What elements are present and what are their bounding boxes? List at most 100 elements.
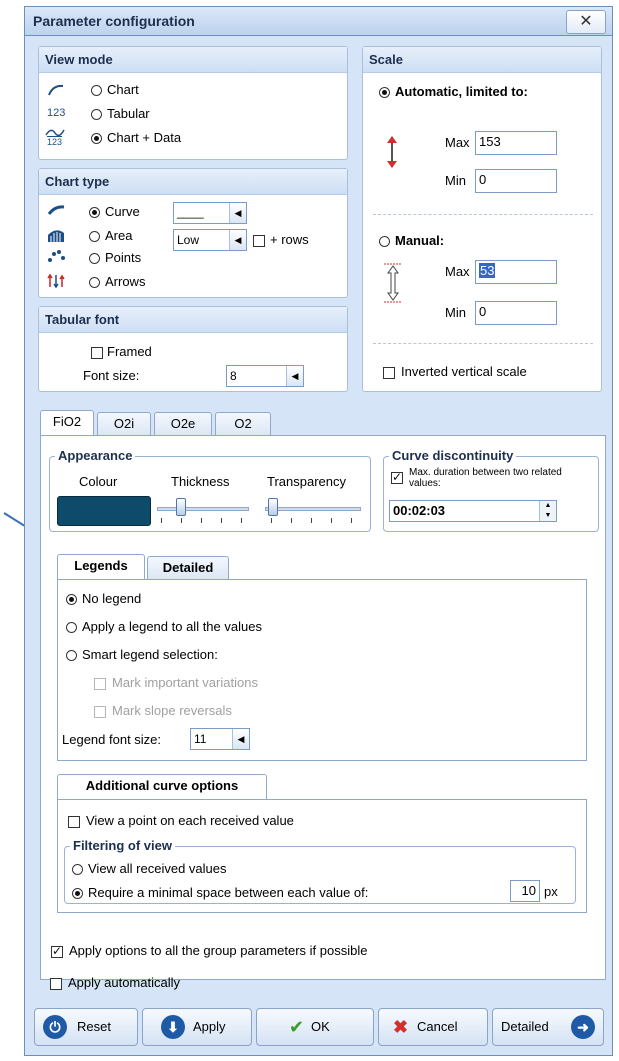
close-button[interactable]: ✕ xyxy=(566,10,606,34)
view-all-values-radio[interactable] xyxy=(72,864,83,875)
tabular-font-size-select[interactable]: 8 ◀ xyxy=(226,365,304,387)
chart-type-points-label: Points xyxy=(105,250,142,265)
transparency-label: Transparency xyxy=(267,474,346,489)
apply-button[interactable]: ⬇ Apply xyxy=(142,1008,252,1046)
framed-label: Framed xyxy=(107,344,152,359)
plus-rows-label: + rows xyxy=(270,232,309,247)
area-level-value: Low xyxy=(177,233,200,247)
view-point-label: View a point on each received value xyxy=(86,813,294,828)
area-level-select[interactable]: Low ◀ xyxy=(173,229,247,251)
area-icon xyxy=(48,230,64,242)
arrow-right-icon: ➜ xyxy=(571,1015,595,1039)
check-icon: ✔ xyxy=(289,1017,305,1037)
slider-tick xyxy=(161,518,162,523)
scale-header: Scale xyxy=(363,47,601,73)
chevron-down-icon[interactable]: ◀ xyxy=(229,230,246,250)
max-duration-checkbox[interactable] xyxy=(391,470,403,484)
tab-o2[interactable]: O2 xyxy=(215,412,271,436)
chart-type-area-label: Area xyxy=(105,228,133,243)
mark-slope-label: Mark slope reversals xyxy=(112,703,232,718)
tab-fio2[interactable]: FiO2 xyxy=(40,410,94,436)
font-size-label: Font size: xyxy=(83,368,140,383)
auto-min-input[interactable]: 0 xyxy=(475,169,557,193)
chart-type-points-radio[interactable] xyxy=(89,253,100,264)
detailed-button[interactable]: Detailed ➜ xyxy=(492,1008,604,1046)
duration-spinner[interactable]: 00:02:03 ▲ ▼ xyxy=(389,500,557,522)
smart-legend-radio[interactable] xyxy=(66,650,77,661)
chevron-down-icon[interactable]: ◀ xyxy=(286,366,303,386)
tab-o2i[interactable]: O2i xyxy=(97,412,151,436)
view-mode-chart-data-radio[interactable] xyxy=(91,133,102,144)
chevron-down-icon[interactable]: ◀ xyxy=(232,729,249,749)
scale-manual-label: Manual: xyxy=(395,233,445,248)
min-space-input[interactable]: 10 xyxy=(510,880,540,902)
tabular-font-panel: Tabular font Framed Font size: 8 ◀ xyxy=(38,306,348,392)
view-point-checkbox[interactable] xyxy=(68,816,80,828)
slider-tick xyxy=(241,518,242,523)
slider-tick xyxy=(221,518,222,523)
manual-min-label: Min xyxy=(445,305,466,320)
scale-manual-radio[interactable] xyxy=(379,236,390,247)
ok-button[interactable]: ✔ OK xyxy=(256,1008,374,1046)
filtering-title: Filtering of view xyxy=(70,838,175,853)
apply-group-checkbox[interactable] xyxy=(51,944,63,958)
title-bar[interactable]: Parameter configuration ✕ xyxy=(24,6,613,36)
chart-type-header: Chart type xyxy=(39,169,347,195)
scale-automatic-radio[interactable] xyxy=(379,87,390,98)
view-mode-tabular-radio[interactable] xyxy=(91,109,102,120)
button-bar: ⏻ Reset ⬇ Apply ✔ OK ✖ Cancel Detailed ➜ xyxy=(30,1008,610,1048)
mark-variations-checkbox[interactable] xyxy=(94,678,106,690)
auto-max-input[interactable]: 153 xyxy=(475,131,557,155)
tab-o2e[interactable]: O2e xyxy=(154,412,212,436)
apply-label: Apply xyxy=(193,1019,226,1034)
view-all-values-label: View all received values xyxy=(88,861,227,876)
view-mode-chart-radio[interactable] xyxy=(91,85,102,96)
view-mode-chart-data-label: Chart + Data xyxy=(107,130,182,145)
transparency-slider-track[interactable] xyxy=(265,507,361,511)
auto-min-label: Min xyxy=(445,173,466,188)
manual-max-input[interactable]: 53 xyxy=(475,260,557,284)
auto-range-icon xyxy=(387,136,397,168)
thickness-slider-thumb[interactable] xyxy=(176,498,186,516)
apply-group-label: Apply options to all the group parameter… xyxy=(69,943,368,958)
view-mode-chart-label: Chart xyxy=(107,82,139,97)
window-title: Parameter configuration xyxy=(33,13,195,29)
tab-detailed[interactable]: Detailed xyxy=(147,556,229,580)
tabular-font-size-value: 8 xyxy=(230,369,237,383)
inverted-scale-checkbox[interactable] xyxy=(383,367,395,379)
min-space-radio[interactable] xyxy=(72,888,83,899)
chart-type-arrows-radio[interactable] xyxy=(89,277,100,288)
reset-button[interactable]: ⏻ Reset xyxy=(34,1008,138,1046)
apply-auto-label: Apply automatically xyxy=(68,975,180,990)
view-mode-tabular-label: Tabular xyxy=(107,106,150,121)
chart-type-panel: Chart type Curve Area Points Arrows ____… xyxy=(38,168,348,298)
legend-font-size-value: 11 xyxy=(194,732,207,746)
colour-swatch[interactable] xyxy=(57,496,151,526)
thickness-slider-track[interactable] xyxy=(157,507,249,511)
legend-font-size-select[interactable]: 11 ◀ xyxy=(190,728,250,750)
apply-legend-all-radio[interactable] xyxy=(66,622,77,633)
legends-panel: No legend Apply a legend to all the valu… xyxy=(57,579,587,761)
min-space-unit: px xyxy=(544,884,558,899)
apply-auto-checkbox[interactable] xyxy=(50,978,62,990)
spinner-arrows-icon[interactable]: ▲ ▼ xyxy=(539,501,556,521)
tab-legends[interactable]: Legends xyxy=(57,554,145,580)
smart-legend-label: Smart legend selection: xyxy=(82,647,218,662)
transparency-slider-thumb[interactable] xyxy=(268,498,278,516)
no-legend-radio[interactable] xyxy=(66,594,77,605)
slider-tick xyxy=(181,518,182,523)
chart-type-curve-radio[interactable] xyxy=(89,207,100,218)
manual-min-input[interactable]: 0 xyxy=(475,301,557,325)
mark-slope-checkbox[interactable] xyxy=(94,706,106,718)
line-style-select[interactable]: ____ ◀ xyxy=(173,202,247,224)
chevron-down-icon[interactable]: ◀ xyxy=(229,203,246,223)
cancel-button[interactable]: ✖ Cancel xyxy=(378,1008,488,1046)
plus-rows-checkbox[interactable] xyxy=(253,235,265,247)
framed-checkbox[interactable] xyxy=(91,347,103,359)
tab-additional-curve-options[interactable]: Additional curve options xyxy=(57,774,267,800)
chart-data-icon xyxy=(45,129,65,137)
chart-type-area-radio[interactable] xyxy=(89,231,100,242)
cancel-label: Cancel xyxy=(417,1019,458,1034)
curve-discontinuity-title: Curve discontinuity xyxy=(389,448,517,463)
manual-range-icon xyxy=(384,263,402,303)
